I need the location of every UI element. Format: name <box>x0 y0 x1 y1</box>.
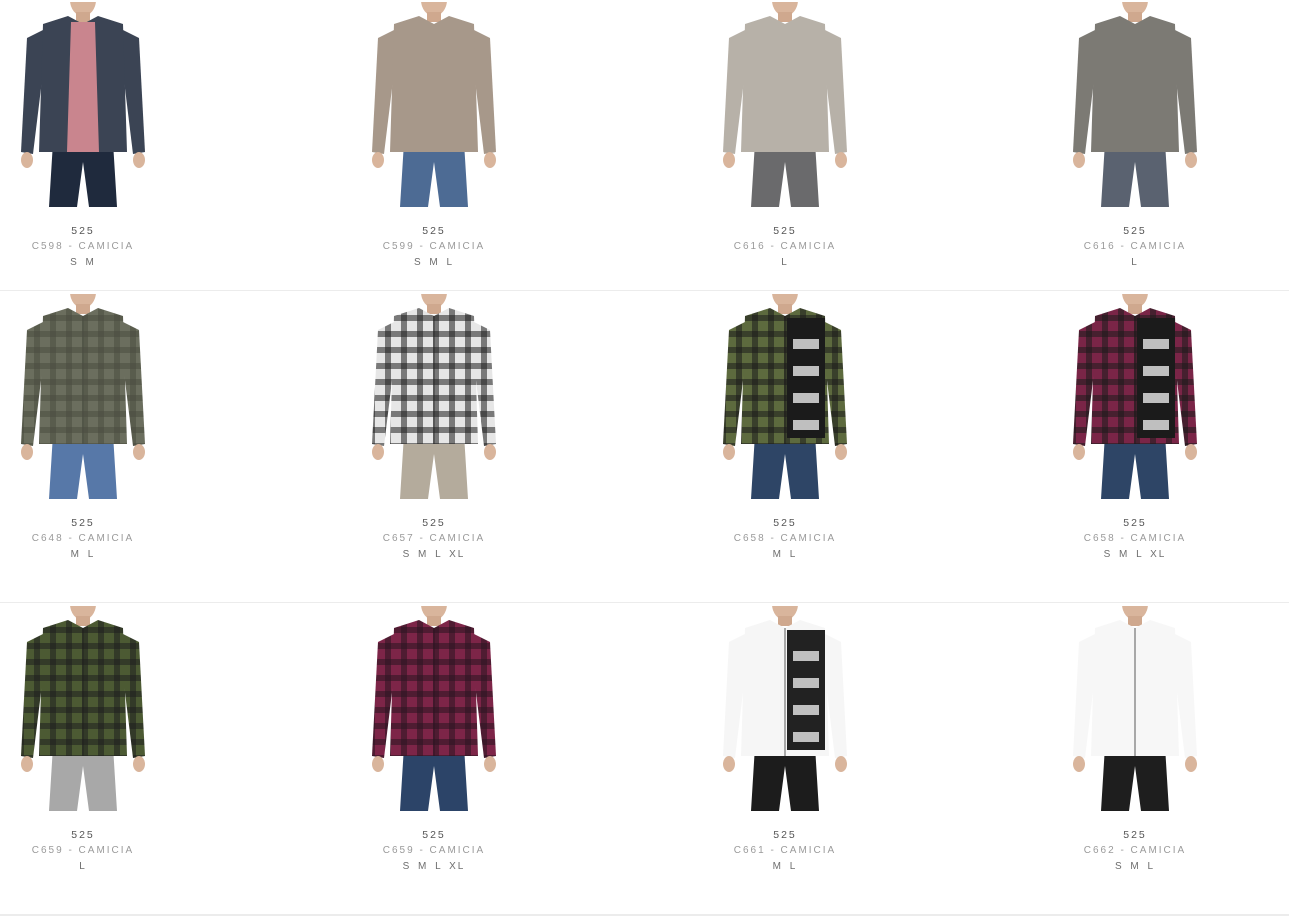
product-sizes: M L <box>70 549 96 560</box>
product-card[interactable]: 525 C659 - CAMICIA S M L XL <box>344 606 524 874</box>
product-brand: 525 <box>773 829 797 841</box>
product-row: 525 C659 - CAMICIA L 525 C659 - CAMICIA S M … <box>0 603 1289 916</box>
product-image[interactable] <box>715 2 855 207</box>
product-sizes: S M L <box>1114 861 1156 872</box>
product-image[interactable] <box>1065 294 1205 499</box>
product-sizes: S M L XL <box>402 549 466 560</box>
product-brand: 525 <box>422 829 446 841</box>
product-image[interactable] <box>715 294 855 499</box>
product-image[interactable] <box>13 294 153 499</box>
product-card[interactable]: 525 C662 - CAMICIA S M L <box>1045 606 1225 874</box>
product-card[interactable]: 525 C599 - CAMICIA S M L <box>344 2 524 270</box>
product-sizes: L <box>1131 257 1139 268</box>
product-brand: 525 <box>1123 225 1147 237</box>
product-sizes: M L <box>772 861 798 872</box>
product-name[interactable]: C659 - CAMICIA <box>0 844 173 858</box>
product-card[interactable]: 525 C658 - CAMICIA M L <box>695 294 875 562</box>
product-card[interactable]: 525 C648 - CAMICIA M L <box>0 294 173 562</box>
product-image[interactable] <box>364 294 504 499</box>
product-sizes: L <box>781 257 789 268</box>
product-sizes: L <box>79 861 87 872</box>
product-brand: 525 <box>1123 517 1147 529</box>
product-brand: 525 <box>71 225 95 237</box>
product-image[interactable] <box>715 606 855 811</box>
product-image[interactable] <box>13 2 153 207</box>
product-brand: 525 <box>71 517 95 529</box>
product-brand: 525 <box>773 517 797 529</box>
product-name[interactable]: C616 - CAMICIA <box>695 240 875 254</box>
product-image[interactable] <box>1065 2 1205 207</box>
product-image[interactable] <box>13 606 153 811</box>
product-brand: 525 <box>773 225 797 237</box>
product-brand: 525 <box>71 829 95 841</box>
product-name[interactable]: C599 - CAMICIA <box>344 240 524 254</box>
product-card[interactable]: 525 C616 - CAMICIA L <box>695 2 875 270</box>
product-brand: 525 <box>1123 829 1147 841</box>
product-image[interactable] <box>1065 606 1205 811</box>
product-name[interactable]: C657 - CAMICIA <box>344 532 524 546</box>
product-name[interactable]: C658 - CAMICIA <box>695 532 875 546</box>
product-grid: 525 C598 - CAMICIA S M 525 C599 - CAMICIA S … <box>0 0 1289 916</box>
product-card[interactable]: 525 C657 - CAMICIA S M L XL <box>344 294 524 562</box>
product-card[interactable]: 525 C658 - CAMICIA S M L XL <box>1045 294 1225 562</box>
product-name[interactable]: C658 - CAMICIA <box>1045 532 1225 546</box>
product-sizes: S M L XL <box>1103 549 1167 560</box>
product-sizes: S M L <box>413 257 455 268</box>
product-row: 525 C598 - CAMICIA S M 525 C599 - CAMICIA S … <box>0 0 1289 291</box>
product-name[interactable]: C616 - CAMICIA <box>1045 240 1225 254</box>
product-card[interactable]: 525 C598 - CAMICIA S M <box>0 2 173 270</box>
product-image[interactable] <box>364 606 504 811</box>
product-name[interactable]: C659 - CAMICIA <box>344 844 524 858</box>
product-image[interactable] <box>364 2 504 207</box>
product-sizes: S M L XL <box>402 861 466 872</box>
product-sizes: S M <box>70 257 96 268</box>
product-card[interactable]: 525 C659 - CAMICIA L <box>0 606 173 874</box>
product-card[interactable]: 525 C616 - CAMICIA L <box>1045 2 1225 270</box>
product-brand: 525 <box>422 225 446 237</box>
product-name[interactable]: C662 - CAMICIA <box>1045 844 1225 858</box>
product-row: 525 C648 - CAMICIA M L 525 C657 - CAMICIA S … <box>0 291 1289 603</box>
product-brand: 525 <box>422 517 446 529</box>
product-name[interactable]: C661 - CAMICIA <box>695 844 875 858</box>
product-sizes: M L <box>772 549 798 560</box>
product-card[interactable]: 525 C661 - CAMICIA M L <box>695 606 875 874</box>
product-name[interactable]: C648 - CAMICIA <box>0 532 173 546</box>
product-name[interactable]: C598 - CAMICIA <box>0 240 173 254</box>
